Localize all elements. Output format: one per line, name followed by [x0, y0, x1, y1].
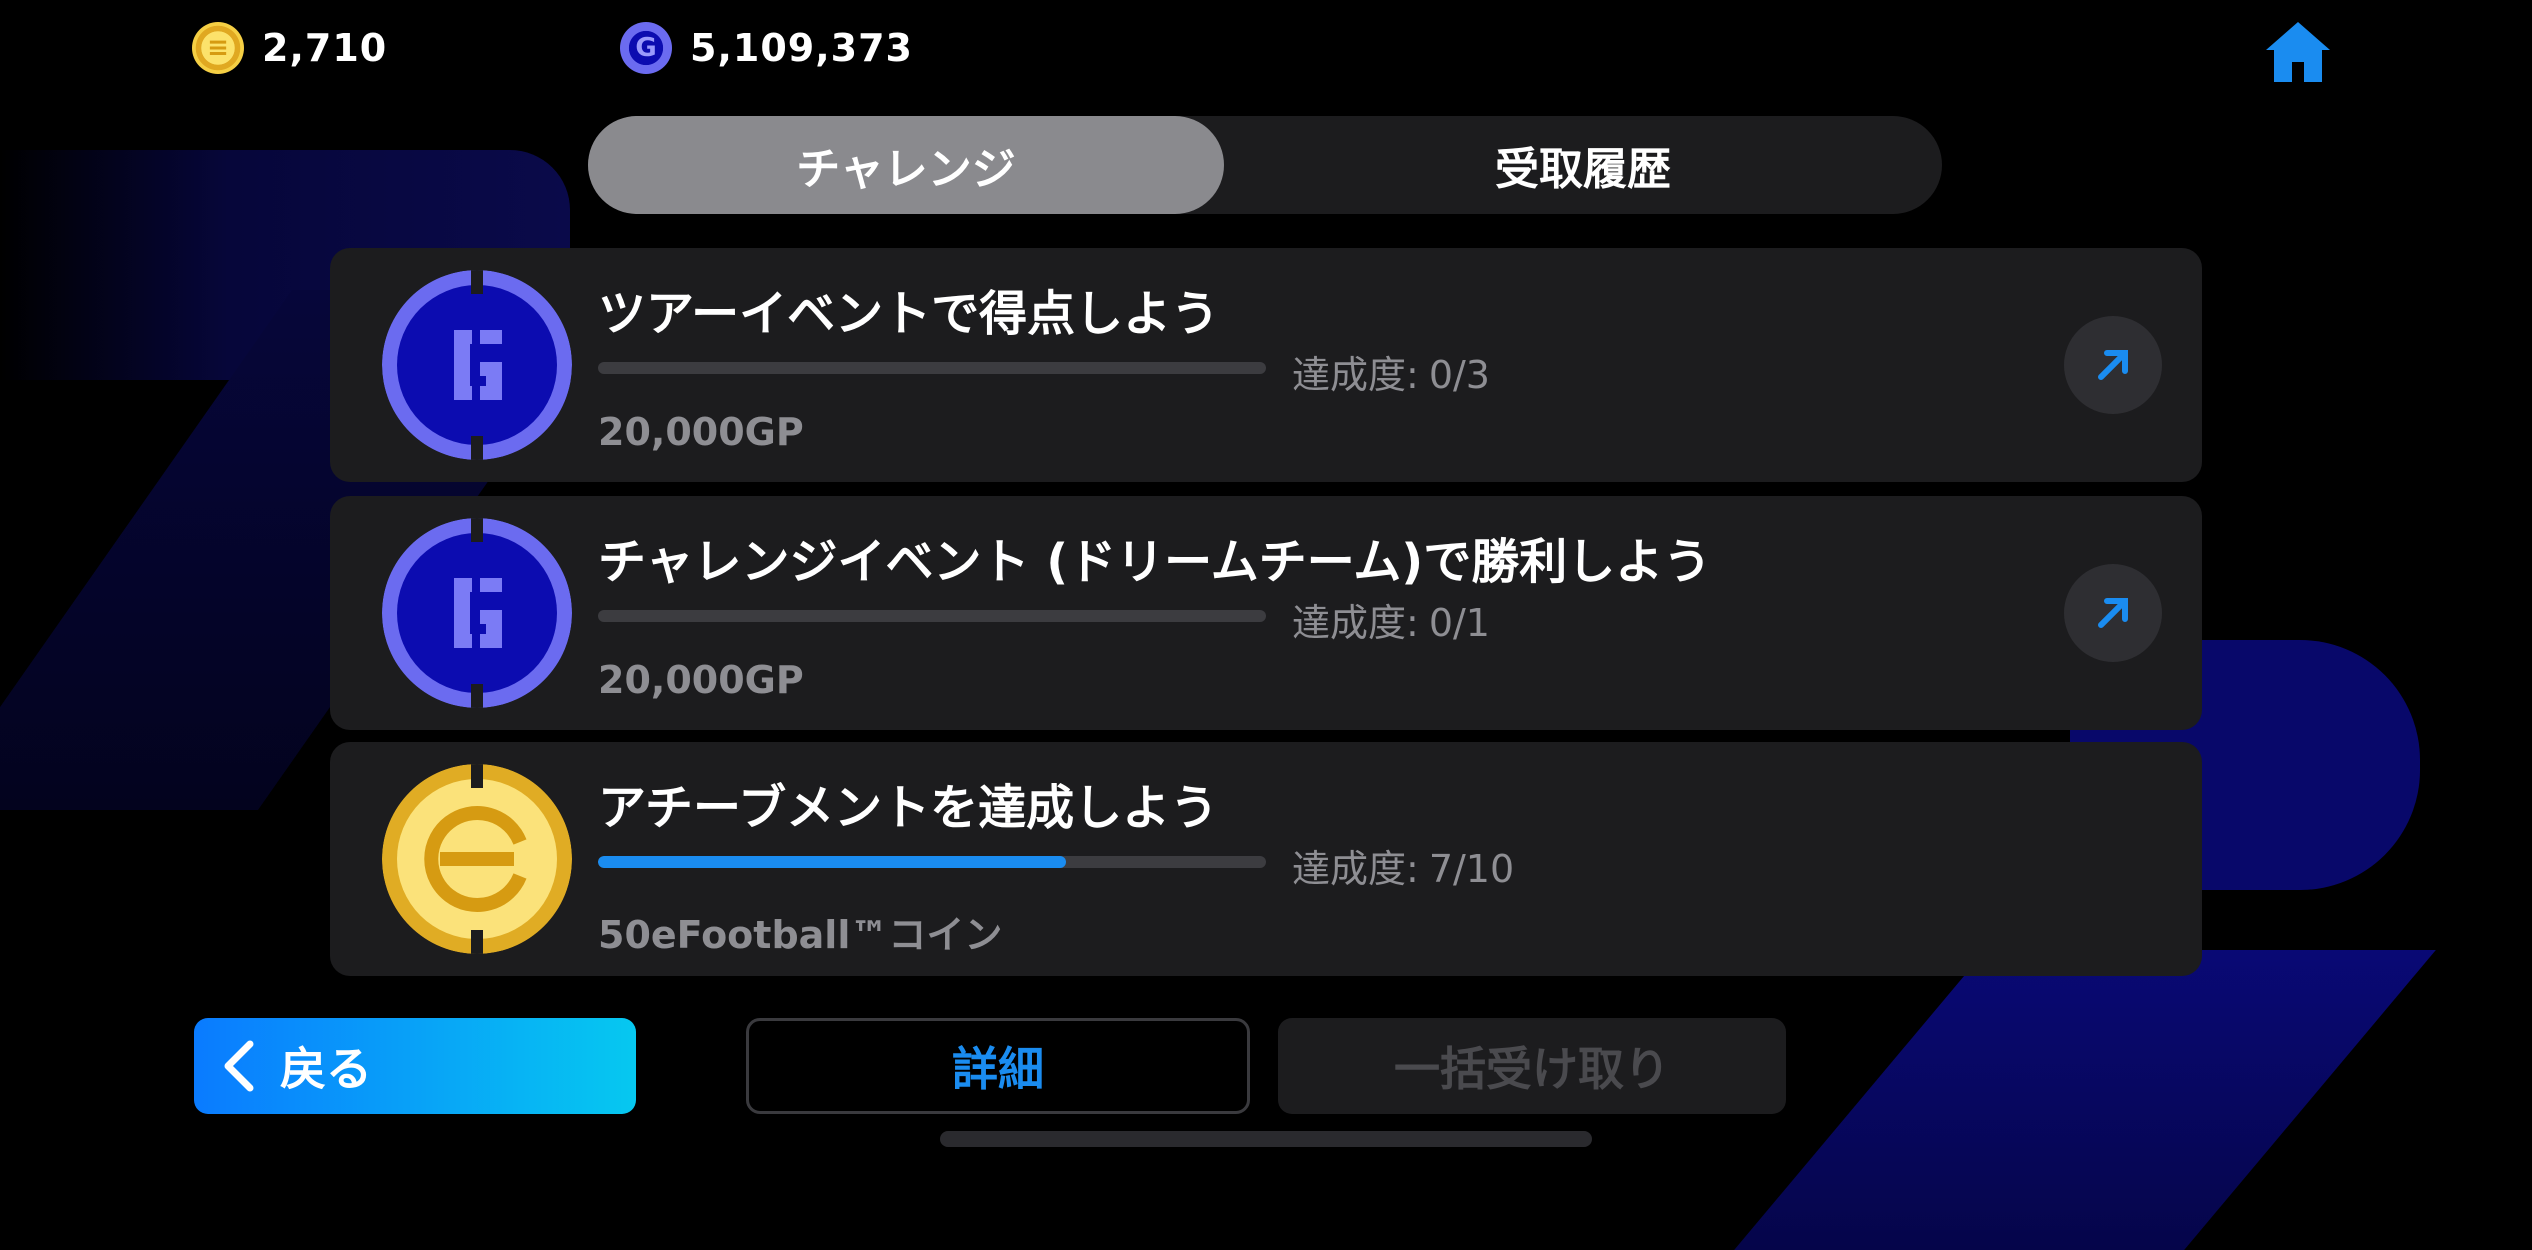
challenge-card: アチーブメントを達成しよう 達成度: 7/10 50eFootball™コイン: [330, 742, 2202, 976]
detail-button[interactable]: 詳細: [746, 1018, 1250, 1114]
efootball-coin-icon: [382, 764, 572, 954]
progress-caption: 達成度:: [1292, 601, 1419, 645]
progress-value: 7/10: [1428, 847, 1515, 891]
coin-balance: ≡ 2,710: [192, 22, 387, 74]
gp-coin-icon: [382, 518, 572, 708]
home-icon[interactable]: [2262, 16, 2334, 88]
arrow-up-right-icon: [2098, 598, 2128, 628]
back-button[interactable]: 戻る: [194, 1018, 636, 1114]
background-shape: [1734, 950, 2436, 1250]
progress-label: 達成度: 0/3: [1292, 344, 1490, 399]
progress-caption: 達成度:: [1292, 353, 1419, 397]
go-to-event-button[interactable]: [2064, 316, 2162, 414]
progress-caption: 達成度:: [1292, 847, 1419, 891]
tab-bar: チャレンジ 受取履歴: [588, 116, 1942, 214]
challenge-title: チャレンジイベント (ドリームチーム)で勝利しよう: [598, 534, 1712, 590]
progress-bar: [598, 362, 1266, 374]
challenge-card: チャレンジイベント (ドリームチーム)で勝利しよう 達成度: 0/1 20,000…: [330, 496, 2202, 730]
reward-text: 20,000GP: [598, 658, 804, 702]
efootball-coin-icon: ≡: [192, 22, 244, 74]
gp-balance: G 5,109,373: [620, 22, 913, 74]
reward-text: 20,000GP: [598, 410, 804, 454]
progress-bar: [598, 856, 1266, 868]
arrow-up-right-icon: [2098, 350, 2128, 380]
progress-value: 0/1: [1428, 601, 1490, 645]
progress-bar: [598, 610, 1266, 622]
gp-coin-icon: G: [620, 22, 672, 74]
claim-all-button[interactable]: 一括受け取り: [1278, 1018, 1786, 1114]
back-button-label: 戻る: [280, 1042, 372, 1096]
progress-label: 達成度: 7/10: [1292, 838, 1514, 893]
challenge-title: アチーブメントを達成しよう: [598, 780, 1219, 836]
gp-balance-value: 5,109,373: [690, 26, 913, 70]
tab-history[interactable]: 受取履歴: [1224, 116, 1942, 214]
go-to-event-button[interactable]: [2064, 564, 2162, 662]
progress-value: 0/3: [1428, 353, 1490, 397]
progress-fill: [598, 856, 1066, 868]
chevron-left-icon: [224, 1040, 254, 1092]
progress-label: 達成度: 0/1: [1292, 592, 1490, 647]
reward-text: 50eFootball™コイン: [598, 913, 1003, 957]
gp-coin-icon: [382, 270, 572, 460]
coin-balance-value: 2,710: [262, 26, 388, 70]
challenge-title: ツアーイベントで得点しよう: [598, 286, 1220, 342]
tab-challenge[interactable]: チャレンジ: [588, 116, 1224, 214]
challenge-card: ツアーイベントで得点しよう 達成度: 0/3 20,000GP: [330, 248, 2202, 482]
home-indicator[interactable]: [940, 1131, 1592, 1147]
